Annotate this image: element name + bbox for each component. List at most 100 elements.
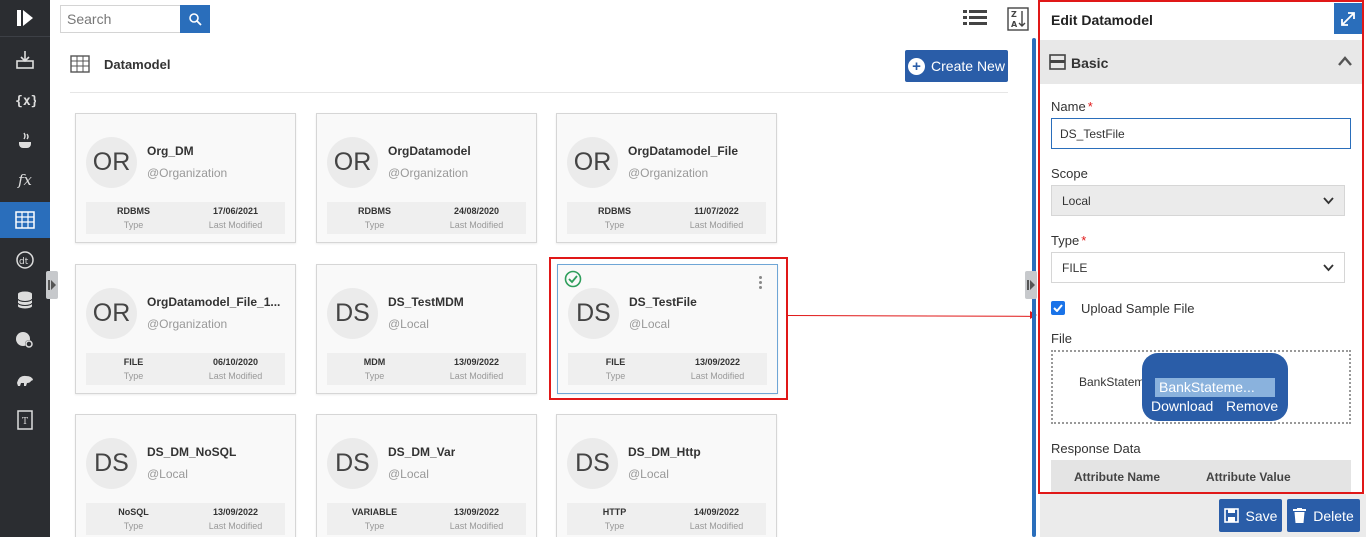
card-type-label: Type: [604, 521, 625, 531]
page-header: Datamodel: [70, 55, 170, 73]
card-meta: FILE 06/10/2020 Type Last Modified: [86, 353, 285, 385]
datamodel-card[interactable]: OR OrgDatamodel_File_1... @Organization FIL…: [75, 264, 296, 394]
card-avatar: DS: [327, 438, 378, 489]
datamodel-card[interactable]: OR OrgDatamodel_File @Organization RDBMS 11/…: [556, 113, 777, 243]
card-avatar: OR: [86, 137, 137, 188]
card-date: 17/06/2021: [212, 206, 259, 216]
datamodel-card[interactable]: DS DS_DM_NoSQL @Local NoSQL 13/09/2022 Type La…: [75, 414, 296, 537]
card-date: 13/09/2022: [212, 507, 259, 517]
card-date-label: Last Modified: [689, 521, 744, 531]
card-date: 06/10/2020: [212, 357, 259, 367]
card-name: OrgDatamodel_File_1...: [147, 295, 281, 309]
datatype-icon[interactable]: dt: [0, 242, 50, 278]
import-icon[interactable]: [0, 42, 50, 78]
card-scope: @Local: [628, 467, 669, 481]
card-name: DS_DM_Http: [628, 445, 701, 459]
datamodel-card[interactable]: DS DS_TestMDM @Local MDM 13/09/2022 Type Last …: [316, 264, 537, 394]
sort-az-icon[interactable]: ZA: [1007, 7, 1029, 36]
card-date: 13/09/2022: [453, 507, 500, 517]
card-type-label: Type: [123, 521, 144, 531]
card-date-label: Last Modified: [449, 521, 504, 531]
right-collapse-handle[interactable]: [1025, 271, 1037, 299]
card-type-label: Type: [364, 220, 385, 230]
card-avatar: DS: [86, 438, 137, 489]
card-type: RDBMS: [117, 206, 150, 216]
card-avatar: OR: [327, 137, 378, 188]
card-date: 24/08/2020: [453, 206, 500, 216]
card-date: 13/09/2022: [453, 357, 500, 367]
card-scope: @Organization: [147, 166, 228, 180]
card-date-label: Last Modified: [449, 371, 504, 381]
card-meta: HTTP 14/09/2022 Type Last Modified: [567, 503, 766, 535]
java-icon[interactable]: [0, 122, 50, 158]
left-collapse-handle[interactable]: [46, 271, 58, 299]
annotation-arrow: [787, 315, 1033, 317]
search-icon: [189, 13, 202, 26]
function-icon[interactable]: fx: [0, 162, 50, 198]
hadoop-icon[interactable]: [0, 362, 50, 398]
svg-text:T: T: [22, 417, 28, 427]
trash-icon: [1293, 508, 1307, 523]
datamodel-icon[interactable]: [0, 202, 50, 238]
variable-icon[interactable]: {x}: [0, 82, 50, 118]
svg-text:dt: dt: [19, 257, 29, 267]
list-view-icon[interactable]: [963, 8, 987, 33]
card-meta: RDBMS 17/06/2021 Type Last Modified: [86, 202, 285, 234]
svg-text:{x}: {x}: [15, 94, 36, 109]
card-type-label: Type: [364, 521, 385, 531]
card-meta: RDBMS 24/08/2020 Type Last Modified: [327, 202, 526, 234]
card-scope: @Organization: [147, 317, 228, 331]
card-type-label: Type: [123, 371, 144, 381]
save-button[interactable]: Save: [1219, 499, 1282, 532]
database-icon[interactable]: [0, 282, 50, 318]
datamodel-card[interactable]: DS DS_DM_Http @Local HTTP 14/09/2022 Type Last…: [556, 414, 777, 537]
left-rail: {x} fx dt T: [0, 0, 50, 537]
card-date: 14/09/2022: [693, 507, 740, 517]
card-avatar: OR: [86, 288, 137, 339]
card-avatar: DS: [327, 288, 378, 339]
page-title: Datamodel: [104, 56, 171, 72]
card-type-label: Type: [123, 220, 144, 230]
save-icon: [1223, 508, 1239, 523]
panel-highlight: [1038, 0, 1364, 494]
card-date-label: Last Modified: [449, 220, 504, 230]
search-button[interactable]: [180, 5, 210, 33]
delete-button[interactable]: Delete: [1287, 499, 1360, 532]
app-logo-icon[interactable]: [0, 0, 50, 36]
card-scope: @Local: [147, 467, 188, 481]
card-date-label: Last Modified: [689, 220, 744, 230]
search-bar: [60, 5, 210, 33]
card-date: 11/07/2022: [694, 206, 739, 216]
card-avatar: OR: [567, 137, 618, 188]
card-type: RDBMS: [358, 206, 391, 216]
card-meta: MDM 13/09/2022 Type Last Modified: [327, 353, 526, 385]
selection-highlight: [549, 257, 788, 400]
card-type: VARIABLE: [351, 507, 398, 517]
card-avatar: DS: [567, 438, 618, 489]
card-date-label: Last Modified: [208, 220, 263, 230]
card-type: RDBMS: [598, 206, 631, 216]
card-scope: @Organization: [628, 166, 709, 180]
card-name: DS_TestMDM: [388, 295, 464, 309]
card-type: FILE: [123, 357, 144, 367]
settings-globe-icon[interactable]: [0, 322, 50, 358]
datamodel-card[interactable]: OR Org_DM @Organization RDBMS 17/06/2021 Type…: [75, 113, 296, 243]
card-name: DS_DM_NoSQL: [147, 445, 237, 459]
card-scope: @Organization: [388, 166, 469, 180]
datamodel-card[interactable]: DS DS_DM_Var @Local VARIABLE 13/09/2022 Type L…: [316, 414, 537, 537]
svg-text:Z: Z: [1011, 10, 1017, 19]
card-scope: @Local: [388, 467, 429, 481]
card-type: MDM: [363, 357, 386, 367]
search-input[interactable]: [60, 5, 180, 33]
template-icon[interactable]: T: [0, 402, 50, 438]
card-type-label: Type: [364, 371, 385, 381]
card-date-label: Last Modified: [208, 521, 263, 531]
svg-text:A: A: [1011, 20, 1018, 29]
plus-icon: +: [908, 57, 926, 75]
card-meta: VARIABLE 13/09/2022 Type Last Modified: [327, 503, 526, 535]
datamodel-card[interactable]: OR OrgDatamodel @Organization RDBMS 24/08/20…: [316, 113, 537, 243]
create-new-button[interactable]: + Create New: [905, 50, 1008, 82]
svg-text:fx: fx: [17, 171, 33, 189]
card-meta: NoSQL 13/09/2022 Type Last Modified: [86, 503, 285, 535]
header-divider: [70, 92, 1008, 93]
